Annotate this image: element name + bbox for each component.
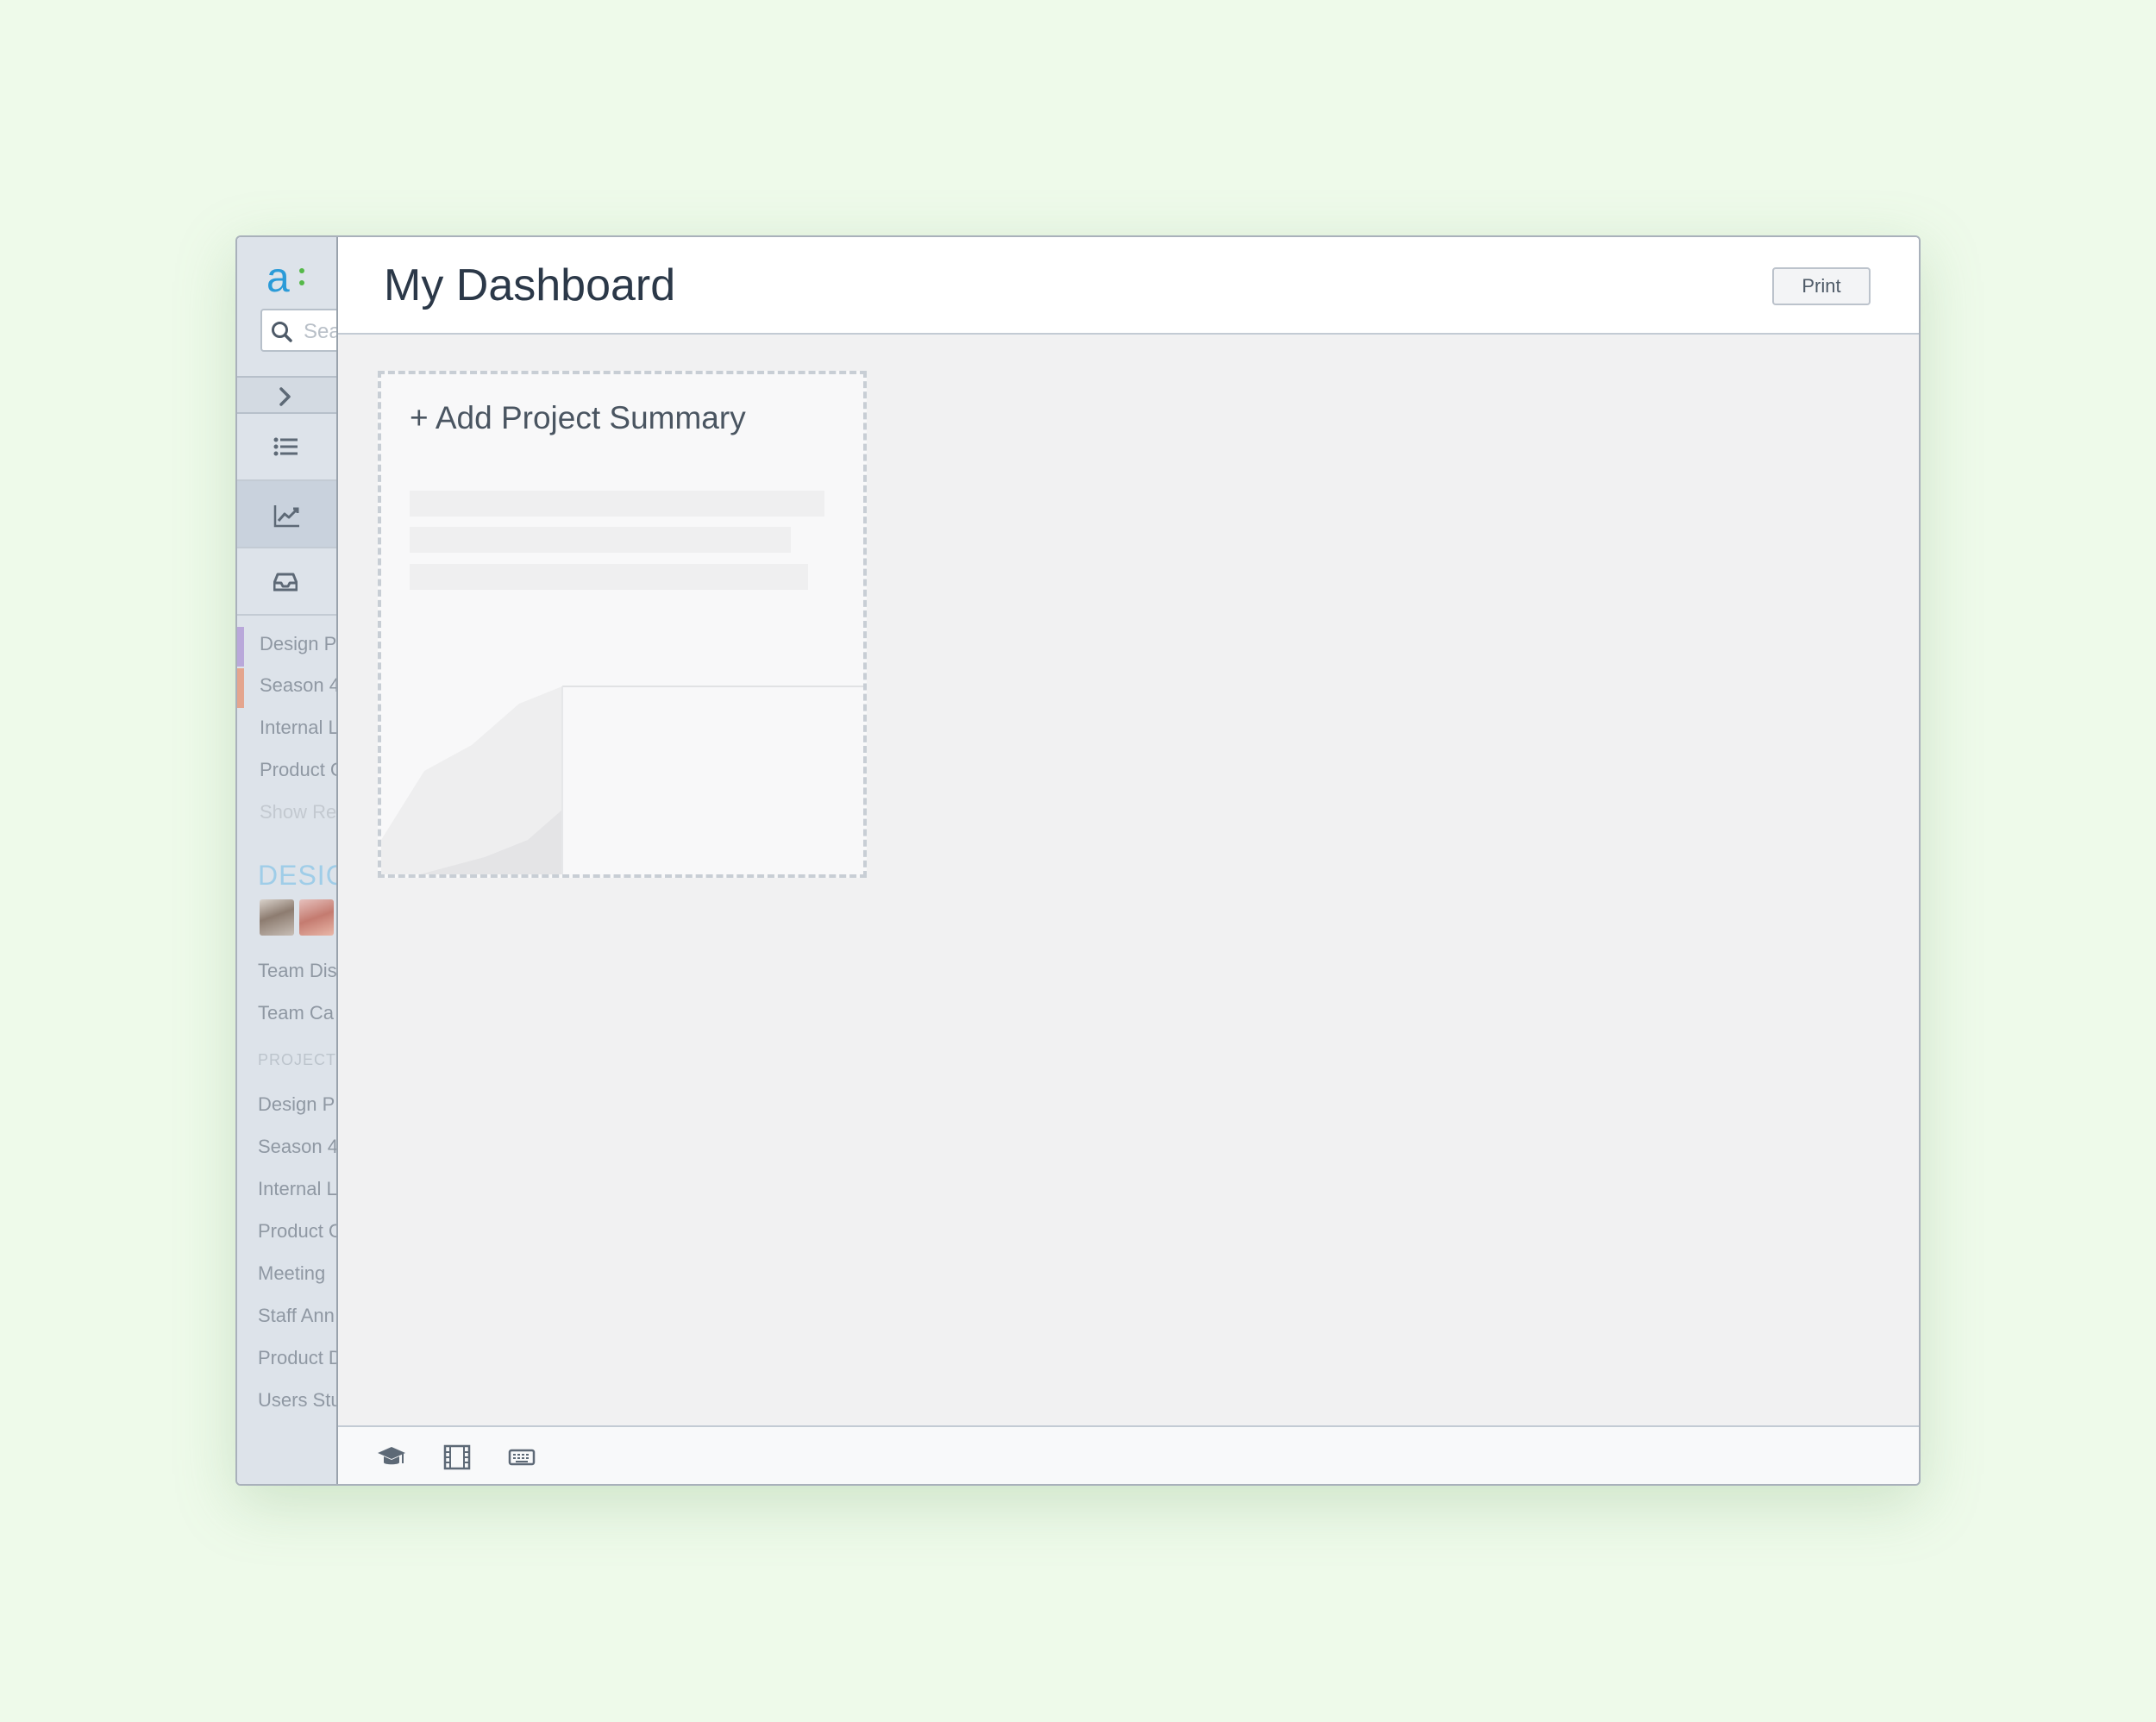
project-item[interactable]: Meeting bbox=[258, 1262, 325, 1285]
team-heading[interactable]: DESIGN bbox=[258, 860, 336, 892]
film-icon[interactable] bbox=[443, 1444, 471, 1470]
search-icon bbox=[272, 322, 292, 342]
app-window: a Search bbox=[235, 235, 1921, 1486]
recent-project-item[interactable]: Product C bbox=[260, 759, 336, 781]
logo-dots bbox=[299, 268, 304, 292]
project-color-bar bbox=[237, 668, 244, 708]
sidebar: a Search bbox=[237, 237, 338, 1484]
line-chart-icon bbox=[273, 505, 299, 528]
search-input[interactable]: Search bbox=[304, 320, 336, 344]
footer-toolbar bbox=[338, 1425, 1919, 1484]
placeholder-chart-graphic bbox=[381, 686, 863, 874]
projects-heading: PROJECT bbox=[258, 1051, 337, 1068]
list-icon bbox=[273, 437, 298, 456]
sidebar-nav-inbox[interactable] bbox=[237, 548, 336, 616]
project-item[interactable]: Product D bbox=[258, 1347, 336, 1369]
sidebar-expand-button[interactable] bbox=[237, 376, 336, 414]
team-link[interactable]: Team Dis bbox=[258, 960, 336, 982]
project-item[interactable]: Product C bbox=[258, 1220, 336, 1243]
project-item[interactable]: Season 4 bbox=[258, 1136, 336, 1158]
recent-project-item[interactable]: Design P bbox=[260, 633, 336, 655]
print-button[interactable]: Print bbox=[1772, 267, 1871, 305]
team-link[interactable]: Team Ca bbox=[258, 1002, 334, 1024]
keyboard-icon[interactable] bbox=[508, 1444, 536, 1470]
recent-project-item[interactable]: Season 4 bbox=[260, 674, 336, 697]
project-item[interactable]: Internal L bbox=[258, 1178, 336, 1200]
avatar[interactable] bbox=[260, 899, 294, 936]
project-item[interactable]: Users Stu bbox=[258, 1389, 336, 1412]
show-recent-link[interactable]: Show Re bbox=[260, 801, 336, 823]
sidebar-nav-dashboard[interactable] bbox=[237, 481, 336, 548]
graduation-cap-icon[interactable] bbox=[376, 1444, 407, 1470]
project-item[interactable]: Design P bbox=[258, 1093, 335, 1116]
project-item[interactable]: Staff Ann bbox=[258, 1305, 335, 1327]
inbox-icon bbox=[273, 573, 298, 592]
search-field[interactable]: Search bbox=[260, 309, 336, 352]
avatar[interactable] bbox=[299, 899, 334, 936]
page-header: My Dashboard Print bbox=[338, 237, 1919, 335]
chevron-right-icon bbox=[279, 387, 291, 406]
project-color-bar bbox=[237, 627, 244, 667]
page-title: My Dashboard bbox=[384, 260, 676, 310]
app-logo[interactable]: a bbox=[266, 258, 290, 299]
add-project-summary-card[interactable]: + Add Project Summary bbox=[378, 371, 867, 878]
sidebar-nav-projects[interactable] bbox=[237, 414, 336, 481]
recent-project-item[interactable]: Internal L bbox=[260, 717, 336, 739]
